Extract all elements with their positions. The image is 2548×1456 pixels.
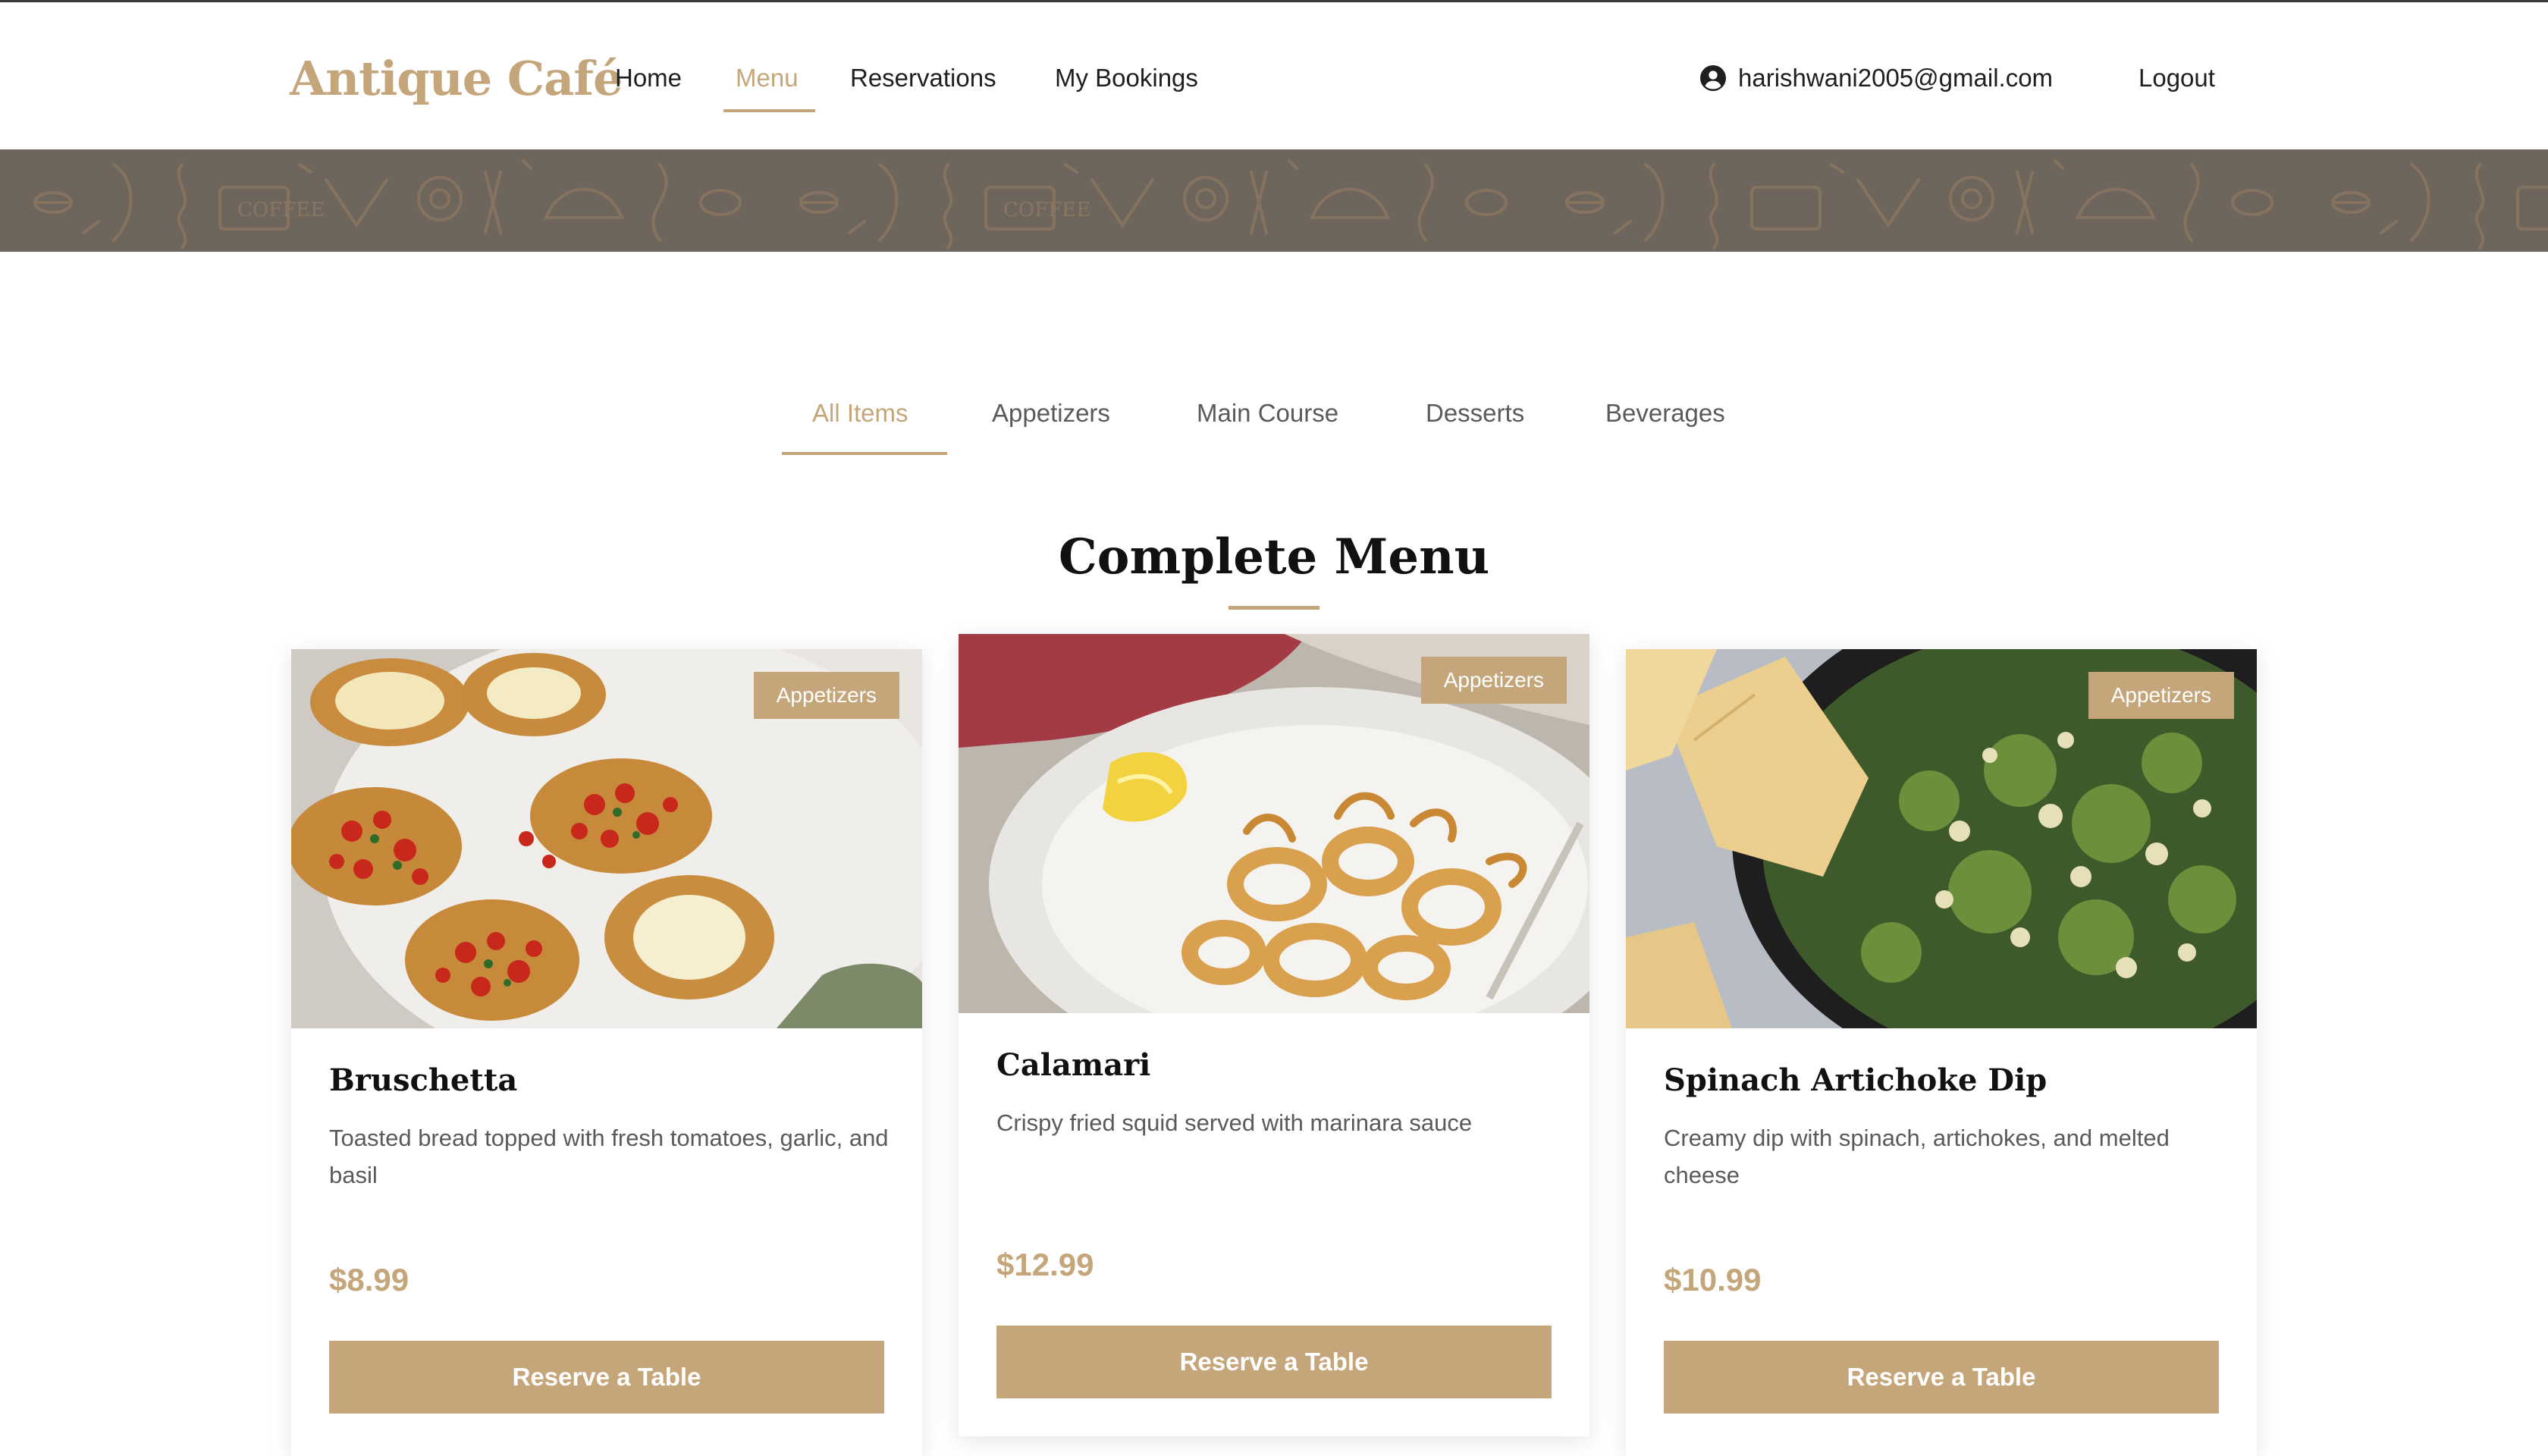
- tab-beverages[interactable]: Beverages: [1605, 387, 1725, 440]
- hero-banner-pattern: COFFEE COFFEE: [0, 149, 2548, 252]
- cafe-doodle-pattern: COFFEE COFFEE: [0, 149, 2548, 252]
- banner-coffee-mark-2: COFFEE: [1003, 199, 1090, 221]
- site-header: Antique Café Home Menu Reservations My B…: [0, 2, 2548, 149]
- tab-desserts[interactable]: Desserts: [1426, 387, 1524, 440]
- tab-appetizers[interactable]: Appetizers: [992, 387, 1110, 440]
- category-badge: Appetizers: [753, 672, 899, 719]
- menu-card-calamari: Appetizers Calamari Crispy fried squid s…: [959, 634, 1589, 1436]
- tab-main-course[interactable]: Main Course: [1197, 387, 1338, 440]
- nav-my-bookings[interactable]: My Bookings: [1055, 48, 1198, 108]
- nav-active-underline: [723, 109, 815, 112]
- item-price: $10.99: [1664, 1262, 1762, 1298]
- title-underline: [1228, 606, 1320, 610]
- tab-all-items[interactable]: All Items: [812, 387, 908, 440]
- spinach-dip-photo: Appetizers: [1626, 649, 2257, 1028]
- bruschetta-photo: Appetizers: [291, 649, 922, 1028]
- nav-reservations[interactable]: Reservations: [850, 48, 996, 108]
- item-title: Bruschetta: [329, 1062, 518, 1098]
- nav-menu[interactable]: Menu: [736, 48, 799, 108]
- user-account[interactable]: harishwani2005@gmail.com: [1700, 48, 2053, 108]
- item-price: $8.99: [329, 1262, 410, 1298]
- item-description: Crispy fried squid served with marinara …: [996, 1109, 1473, 1136]
- reserve-table-button[interactable]: Reserve a Table: [996, 1326, 1552, 1398]
- item-title: Calamari: [996, 1047, 1151, 1083]
- item-price: $12.99: [996, 1247, 1094, 1282]
- reserve-table-button[interactable]: Reserve a Table: [1664, 1341, 2219, 1414]
- user-email: harishwani2005@gmail.com: [1738, 64, 2054, 92]
- calamari-photo: Appetizers: [959, 634, 1589, 1013]
- site-logo[interactable]: Antique Café: [290, 45, 623, 113]
- banner-coffee-mark-1: COFFEE: [237, 199, 325, 221]
- nav-home[interactable]: Home: [615, 48, 682, 108]
- item-description: Creamy dip with spinach, artichokes, and…: [1664, 1125, 2170, 1188]
- category-badge: Appetizers: [1420, 657, 1567, 704]
- menu-card-bruschetta: Appetizers Bruschetta Toasted bread topp…: [291, 649, 922, 1456]
- user-circle-icon: [1700, 65, 1726, 91]
- tab-active-underline: [782, 452, 947, 455]
- item-title: Spinach Artichoke Dip: [1664, 1062, 2048, 1098]
- section-title: Complete Menu: [1058, 529, 1490, 585]
- category-badge: Appetizers: [2088, 672, 2234, 719]
- reserve-table-button[interactable]: Reserve a Table: [329, 1341, 884, 1414]
- menu-card-spinach-artichoke-dip: Appetizers Spinach Artichoke Dip Creamy …: [1626, 649, 2257, 1456]
- logout-link[interactable]: Logout: [2138, 48, 2215, 108]
- item-description: Toasted bread topped with fresh tomatoes…: [329, 1125, 889, 1188]
